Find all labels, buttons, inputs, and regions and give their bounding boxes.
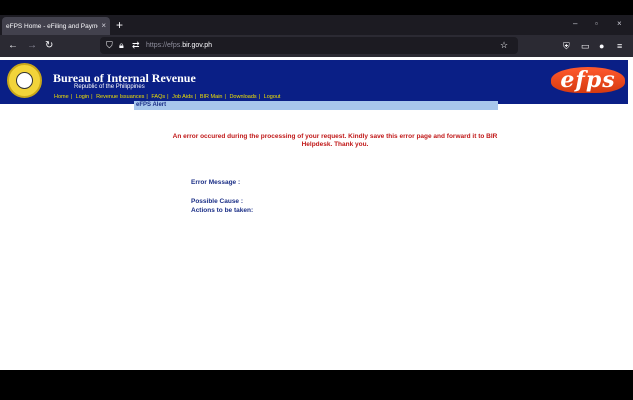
alert-title: eFPS Alert	[136, 102, 167, 108]
lock-icon[interactable]: 🔒︎	[119, 39, 124, 52]
nav-link-home[interactable]: Home	[54, 94, 69, 100]
nav-link-revenue-issuances[interactable]: Revenue Issuances	[96, 94, 144, 100]
tab-title: eFPS Home - eFiling and Payment	[6, 22, 99, 30]
nav-link-faqs[interactable]: FAQs	[151, 94, 165, 100]
actions-label: Actions to be taken:	[191, 207, 254, 214]
close-tab-icon[interactable]: ×	[101, 22, 106, 30]
account-icon[interactable]: ●	[599, 39, 604, 53]
efps-logo: efps	[551, 67, 625, 93]
possible-cause-label: Possible Cause :	[191, 198, 244, 205]
minimize-icon[interactable]: –	[573, 19, 577, 29]
nav-link-downloads[interactable]: Downloads	[229, 94, 256, 100]
seal-center	[16, 72, 33, 89]
back-arrow-icon[interactable]: ←	[8, 39, 18, 53]
bookmark-star-icon[interactable]: ☆	[500, 39, 508, 52]
site-header: Bureau of Internal Revenue Republic of t…	[0, 60, 628, 104]
close-window-icon[interactable]: ×	[617, 19, 622, 29]
web-page: Bureau of Internal Revenue Republic of t…	[0, 57, 633, 370]
bottom-letterbox	[0, 370, 633, 400]
url-bar[interactable]: ⛉ 🔒︎ ⇄ https://efps.bir.gov.ph ☆	[100, 37, 518, 54]
nav-link-logout[interactable]: Logout	[264, 94, 281, 100]
alert-title-bar: eFPS Alert	[134, 101, 498, 110]
site-nav: Home | Login | Revenue Issuances | FAQs | Jo…	[54, 94, 281, 100]
url-domain: bir.gov.ph	[182, 42, 213, 49]
forward-arrow-icon[interactable]: →	[27, 39, 37, 53]
nav-link-job-aids[interactable]: Job Aids	[172, 94, 193, 100]
bir-seal-logo	[7, 63, 42, 98]
reload-icon[interactable]: ↻	[45, 39, 53, 53]
tab-strip: eFPS Home - eFiling and Payment × + – ▫ …	[0, 15, 633, 35]
error-notice: An error occured during the processing o…	[172, 133, 498, 148]
permissions-icon[interactable]: ⇄	[132, 39, 140, 52]
url-prefix: https://efps.	[146, 42, 183, 49]
top-letterbox	[0, 0, 633, 15]
url-text[interactable]: https://efps.bir.gov.ph	[146, 40, 212, 51]
error-message-label: Error Message :	[191, 179, 241, 186]
tab-efps-home[interactable]: eFPS Home - eFiling and Payment ×	[2, 17, 110, 35]
menu-icon[interactable]: ≡	[617, 39, 622, 53]
new-tab-icon[interactable]: +	[116, 18, 123, 32]
nav-link-login[interactable]: Login	[76, 94, 89, 100]
nav-link-bir-main[interactable]: BIR Main	[200, 94, 223, 100]
reader-view-icon[interactable]: ▭	[581, 39, 590, 53]
pocket-icon[interactable]: ⛨	[563, 39, 570, 53]
shield-icon[interactable]: ⛉	[106, 39, 113, 52]
nav-toolbar: ← → ↻ ⛉ 🔒︎ ⇄ https://efps.bir.gov.ph ☆ ⛨…	[0, 35, 633, 57]
browser-chrome: eFPS Home - eFiling and Payment × + – ▫ …	[0, 15, 633, 57]
org-subtitle: Republic of the Philippines	[74, 84, 145, 90]
maximize-icon[interactable]: ▫	[595, 19, 598, 29]
